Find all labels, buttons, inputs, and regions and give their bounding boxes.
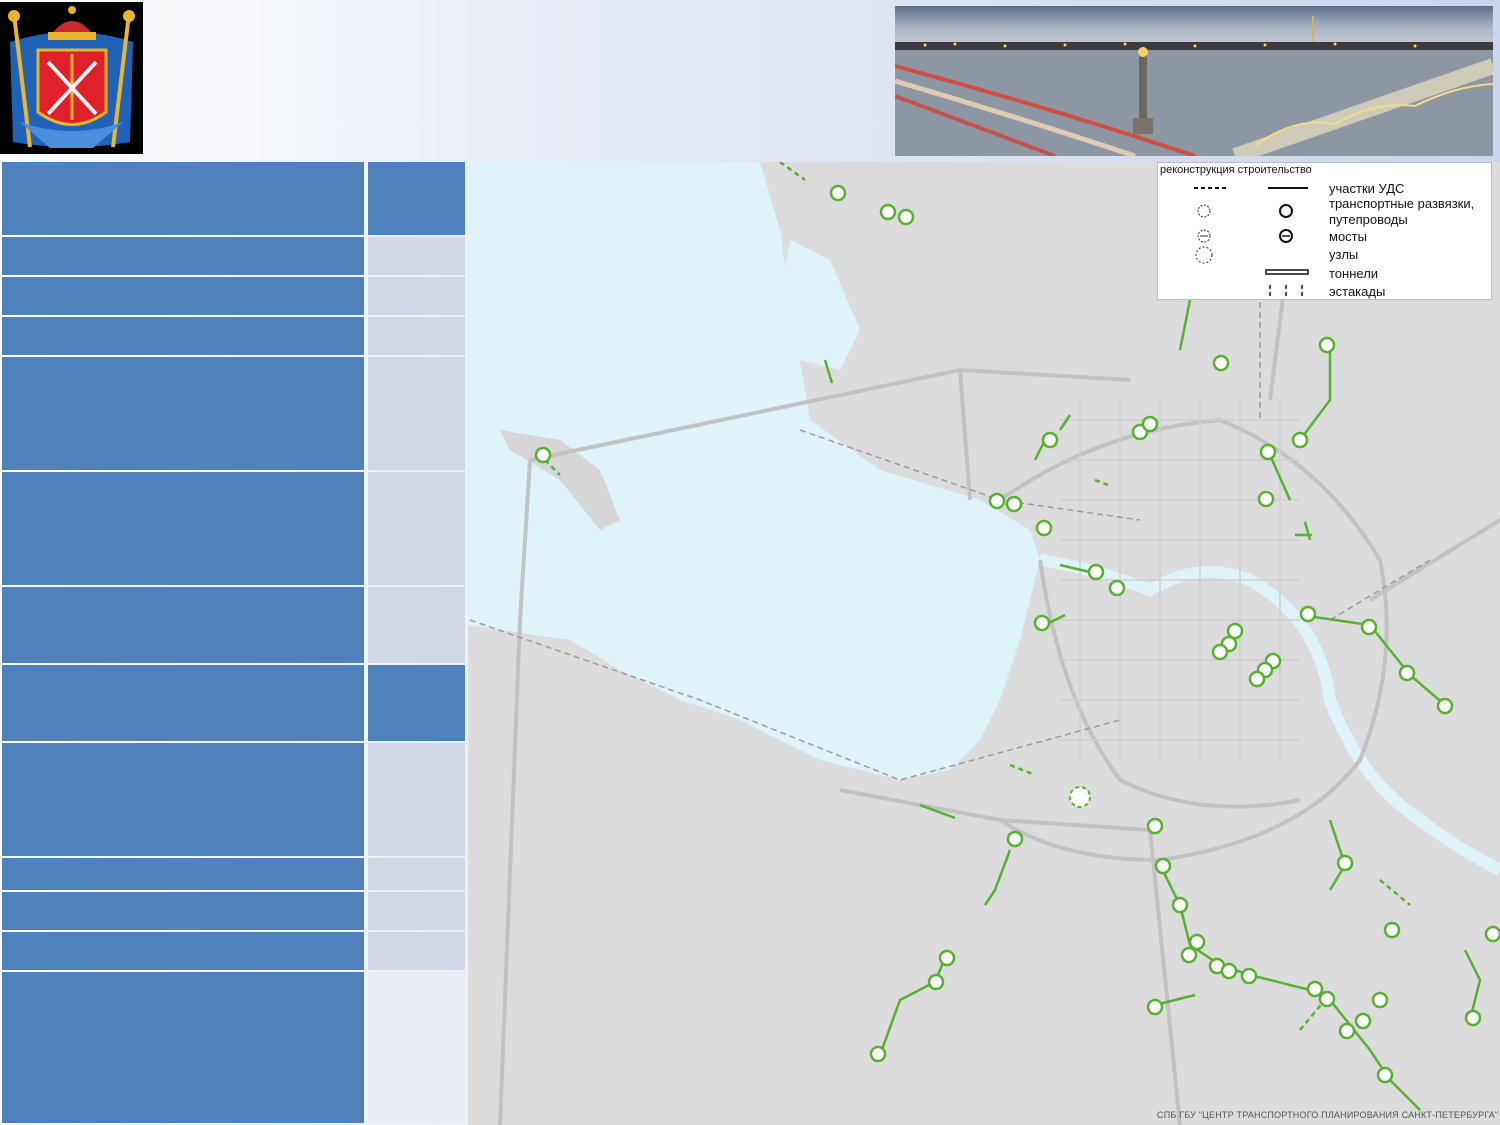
table-row [0, 275, 468, 315]
table-cell [368, 858, 465, 890]
table-cell [368, 162, 465, 235]
table-row [0, 585, 468, 663]
table-row [0, 970, 468, 1123]
overpass-icon [1269, 285, 1303, 296]
header [0, 0, 1500, 160]
table-row [0, 470, 468, 585]
table-cell [368, 743, 465, 856]
table-cell [2, 743, 364, 856]
table-cell [368, 237, 465, 275]
table-cell [2, 317, 364, 355]
table-row [0, 355, 468, 470]
table-cell [368, 892, 465, 930]
table-row [0, 890, 468, 930]
bridge-photo [895, 6, 1493, 156]
legend-label: транспортные развязки, [1329, 196, 1475, 211]
table-cell [2, 858, 364, 890]
map-legend: реконструкция строительство участки УДС … [1157, 162, 1492, 300]
legend-label: эстакады [1329, 284, 1386, 299]
info-table [0, 160, 468, 1125]
table-cell [2, 237, 364, 275]
table-cell [2, 277, 364, 315]
node-icon [1195, 246, 1213, 264]
table-cell [2, 892, 364, 930]
table-cell [368, 932, 465, 970]
table-row [0, 315, 468, 355]
table-row [0, 235, 468, 275]
table-cell [2, 932, 364, 970]
node-icon [1069, 786, 1091, 808]
table-cell [368, 317, 465, 355]
table-cell [368, 587, 465, 663]
table-cell [368, 665, 465, 741]
table-row [0, 856, 468, 890]
legend-label: узлы [1329, 247, 1359, 262]
tunnel-icon [1265, 269, 1309, 275]
table-section-row [0, 663, 468, 741]
table-cell [2, 587, 364, 663]
table-cell [368, 357, 465, 470]
table-row [0, 930, 468, 970]
table-cell [2, 472, 364, 585]
table-row [0, 741, 468, 856]
map-credit: СПБ ГБУ "ЦЕНТР ТРАНСПОРТНОГО ПЛАНИРОВАНИ… [1157, 1110, 1499, 1120]
table-cell [368, 472, 465, 585]
table-cell [2, 972, 364, 1123]
table-cell [2, 665, 364, 741]
table-cell [368, 277, 465, 315]
legend-label: тоннели [1329, 266, 1379, 281]
table-header-row [0, 160, 468, 235]
legend-label: путепроводы [1329, 212, 1408, 227]
table-cell [2, 357, 364, 470]
coat-of-arms-icon [0, 2, 143, 154]
interchange-icon [1279, 204, 1293, 218]
interchange-icon [1197, 204, 1211, 218]
road-network-map [468, 162, 1500, 1125]
legend-label: мосты [1329, 229, 1367, 244]
table-cell [2, 162, 364, 235]
legend-label: участки УДС [1329, 181, 1405, 196]
table-cell [368, 972, 465, 1123]
